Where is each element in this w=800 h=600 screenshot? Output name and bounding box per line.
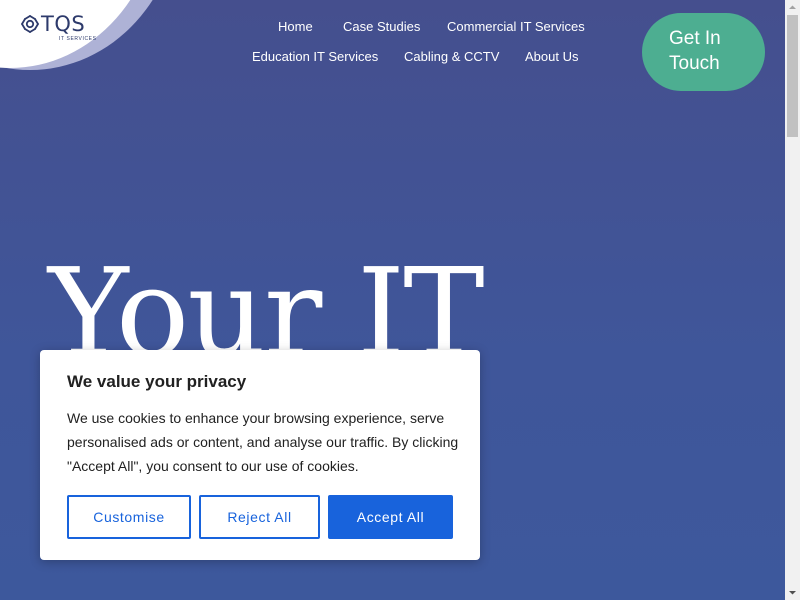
cookie-consent-dialog: We value your privacy We use cookies to … [40,350,480,560]
browser-viewport: TQS IT SERVICES Home Case Studies Commer… [0,0,800,600]
scrollbar-thumb[interactable] [787,15,798,137]
nav-item-case-studies[interactable]: Case Studies [343,19,420,34]
nav-item-education-it-services[interactable]: Education IT Services [252,49,378,64]
cta-label-line1: Get In [669,28,721,49]
accept-all-button[interactable]: Accept All [328,495,453,539]
cta-label-line2: Touch [669,53,720,74]
scroll-down-arrow-icon[interactable] [785,585,800,600]
customise-button[interactable]: Customise [67,495,191,539]
nav-item-home[interactable]: Home [278,19,313,34]
nav-item-commercial-it-services[interactable]: Commercial IT Services [447,19,585,34]
tqs-logo-icon [21,15,39,33]
logo-tagline: IT SERVICES [59,36,97,42]
cookie-dialog-title: We value your privacy [67,372,247,391]
page-scrollbar[interactable] [785,0,800,600]
scroll-up-arrow-icon[interactable] [785,0,800,15]
nav-item-about-us[interactable]: About Us [525,49,578,64]
logo-wordmark: TQS [41,12,86,36]
get-in-touch-button[interactable]: Get In Touch [642,13,765,91]
cookie-dialog-message: We use cookies to enhance your browsing … [67,410,459,474]
site-logo[interactable]: TQS IT SERVICES [20,12,100,46]
nav-item-cabling-cctv[interactable]: Cabling & CCTV [404,49,499,64]
reject-all-button[interactable]: Reject All [199,495,320,539]
